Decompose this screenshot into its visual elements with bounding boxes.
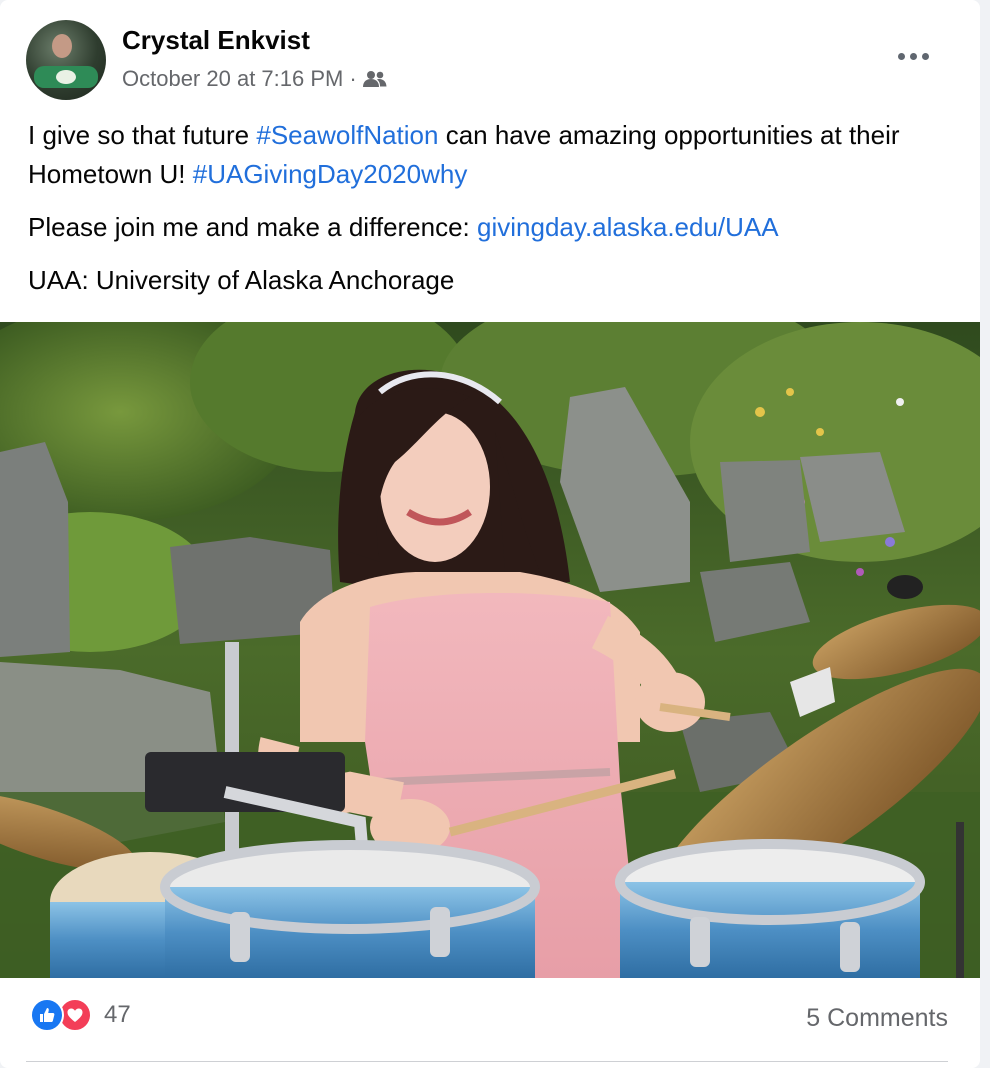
footer-divider (26, 1061, 948, 1062)
reactions-summary[interactable]: 47 (30, 998, 131, 1032)
like-icon (30, 998, 64, 1032)
more-options-icon (897, 52, 905, 60)
author-name[interactable]: Crystal Enkvist (122, 25, 310, 56)
author-avatar[interactable] (26, 20, 106, 100)
hashtag-uagivingday[interactable]: #UAGivingDay2020why (193, 159, 468, 189)
post-timestamp[interactable]: October 20 at 7:16 PM (122, 66, 343, 92)
reaction-count: 47 (104, 1001, 131, 1028)
post-photo[interactable] (0, 322, 980, 978)
hashtag-seawolfnation[interactable]: #SeawolfNation (256, 120, 438, 150)
post-header: Crystal Enkvist October 20 at 7:16 PM · (26, 20, 956, 100)
post-card: Crystal Enkvist October 20 at 7:16 PM · … (0, 0, 980, 1068)
post-meta: October 20 at 7:16 PM · (122, 66, 387, 92)
post-text-paragraph: Please join me and make a difference: gi… (28, 212, 779, 242)
post-message: I give so that future #SeawolfNation can… (28, 116, 958, 300)
more-options-button[interactable] (888, 38, 938, 74)
comments-count-link[interactable]: 5 Comments (806, 1004, 948, 1033)
friends-icon[interactable] (362, 69, 387, 89)
post-text-paragraph: UAA: University of Alaska Anchorage (28, 265, 455, 295)
meta-separator: · (349, 66, 357, 91)
giving-day-link[interactable]: givingday.alaska.edu/UAA (477, 212, 779, 242)
post-text-paragraph: I give so that future #SeawolfNation can… (28, 120, 900, 189)
